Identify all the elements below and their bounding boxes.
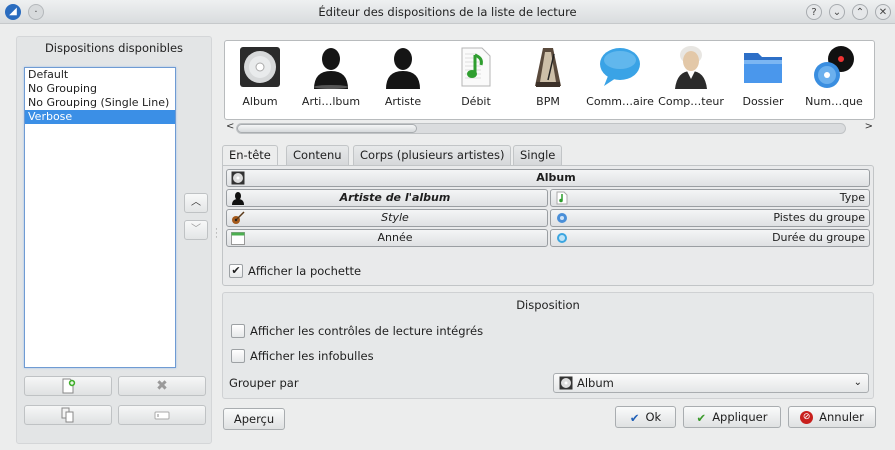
- copy-document-icon: [61, 407, 74, 423]
- rename-field-icon: [154, 411, 170, 420]
- show-cover-label: Afficher la pochette: [248, 263, 362, 278]
- move-up-button[interactable]: ︿: [184, 193, 208, 213]
- available-layouts-panel: Dispositions disponibles Default No Grou…: [16, 36, 212, 444]
- tooltips-checkbox[interactable]: [231, 348, 245, 363]
- tab-content[interactable]: Contenu: [286, 145, 349, 165]
- row-style-token[interactable]: Style: [226, 209, 548, 227]
- chevron-down-icon: ⌄: [853, 377, 862, 388]
- delete-x-icon: ✖: [156, 378, 168, 394]
- audio-file-icon: [556, 191, 568, 205]
- disposition-group: Disposition Afficher les contrôles de le…: [222, 292, 874, 399]
- move-down-button[interactable]: ﹀: [184, 220, 208, 240]
- clock-icon: [557, 233, 567, 243]
- tab-body-multiple-artists[interactable]: Corps (plusieurs artistes): [353, 145, 512, 165]
- cancel-label: Annuler: [819, 410, 864, 424]
- token-artist[interactable]: Artiste: [368, 45, 438, 108]
- close-icon[interactable]: ✕: [875, 4, 891, 20]
- folder-icon: [744, 53, 782, 83]
- rename-layout-button[interactable]: [118, 405, 206, 425]
- new-layout-button[interactable]: [24, 376, 112, 396]
- row-album-token[interactable]: Album: [226, 169, 870, 187]
- layout-item-no-grouping-single-line[interactable]: No Grouping (Single Line): [25, 96, 175, 110]
- splitter-handle[interactable]: · · ·: [215, 226, 219, 243]
- token-album[interactable]: Album: [225, 45, 295, 108]
- copy-layout-button[interactable]: [24, 405, 112, 425]
- speech-bubble-icon: [600, 48, 640, 86]
- album-artist-silhouette-icon: [232, 192, 244, 205]
- check-icon: ✔: [629, 410, 640, 425]
- token-bpm[interactable]: BPM: [513, 45, 583, 108]
- tooltips-label: Afficher les infobulles: [250, 348, 374, 363]
- layout-item-verbose[interactable]: Verbose: [25, 110, 175, 124]
- delete-layout-button[interactable]: ✖: [118, 376, 206, 396]
- row-type-token[interactable]: Type: [550, 189, 870, 207]
- new-document-icon: [62, 378, 76, 394]
- audio-file-icon: [461, 47, 491, 87]
- row-album-artist-token[interactable]: Artiste de l'album: [226, 189, 548, 207]
- apply-check-icon: ✔: [696, 410, 707, 425]
- ok-button[interactable]: ✔ Ok: [615, 406, 676, 428]
- preview-label: Aperçu: [233, 412, 275, 426]
- token-pool: Album Arti…lbum Artiste Débit BPM Comm…a…: [224, 40, 875, 120]
- apply-label: Appliquer: [712, 410, 768, 424]
- row-group-duration-token[interactable]: Durée du groupe: [550, 229, 870, 247]
- ok-label: Ok: [645, 410, 662, 424]
- title-bar: ◢ · Éditeur des dispositions de la liste…: [0, 0, 895, 24]
- cancel-icon: ⊘: [800, 411, 814, 424]
- window-title: Éditeur des dispositions de la liste de …: [318, 5, 577, 19]
- tooltips-row[interactable]: Afficher les infobulles: [231, 348, 374, 363]
- row-year-token[interactable]: Année: [226, 229, 548, 247]
- layout-item-no-grouping[interactable]: No Grouping: [25, 82, 175, 96]
- token-folder[interactable]: Dossier: [728, 45, 798, 108]
- group-by-select[interactable]: Album ⌄: [553, 373, 869, 393]
- cd-disc-icon: [231, 171, 245, 185]
- token-composer[interactable]: Comp…teur: [656, 45, 726, 108]
- album-artist-silhouette-icon: [314, 48, 348, 89]
- composer-portrait-icon: [675, 46, 707, 89]
- layout-item-default[interactable]: Default: [25, 68, 175, 82]
- scrollbar-thumb[interactable]: [237, 124, 417, 133]
- chevron-right-icon[interactable]: >: [865, 121, 873, 132]
- inline-controls-row[interactable]: Afficher les contrôles de lecture intégr…: [231, 323, 483, 338]
- guitar-icon: [232, 211, 245, 224]
- layout-list[interactable]: Default No Grouping No Grouping (Single …: [24, 67, 176, 368]
- group-by-value: Album: [577, 376, 614, 390]
- cancel-button[interactable]: ⊘ Annuler: [788, 406, 876, 428]
- available-layouts-title: Dispositions disponibles: [44, 41, 184, 55]
- header-tab-panel: Album Artiste de l'album Type Style Pist…: [222, 165, 874, 286]
- disposition-title: Disposition: [516, 298, 580, 312]
- calendar-icon: [231, 231, 245, 245]
- scrollbar-track[interactable]: [236, 123, 846, 134]
- tab-header[interactable]: En-tête: [222, 145, 278, 166]
- token-comment[interactable]: Comm…aire: [585, 45, 655, 108]
- chevron-up-icon: ︿: [191, 197, 201, 208]
- help-icon[interactable]: ?: [806, 4, 822, 20]
- show-cover-row[interactable]: ✔ Afficher la pochette: [229, 263, 361, 278]
- token-pool-scrollbar[interactable]: < >: [224, 121, 875, 135]
- show-cover-checkbox[interactable]: ✔: [229, 263, 243, 278]
- apply-button[interactable]: ✔ Appliquer: [683, 406, 781, 428]
- chevron-left-icon[interactable]: <: [226, 121, 234, 132]
- preview-button[interactable]: Aperçu: [223, 408, 285, 430]
- inline-controls-checkbox[interactable]: [231, 323, 245, 338]
- disc-number-icon: [814, 46, 854, 88]
- chevron-down-icon: ﹀: [191, 224, 201, 235]
- artist-silhouette-icon: [386, 48, 420, 89]
- row-group-tracks-token[interactable]: Pistes du groupe: [550, 209, 870, 227]
- minimize-icon[interactable]: ⌄: [829, 4, 845, 20]
- maximize-icon[interactable]: ⌃: [852, 4, 868, 20]
- cd-disc-icon: [559, 376, 573, 390]
- token-bitrate[interactable]: Débit: [441, 45, 511, 108]
- checkmark-icon: ✔: [231, 263, 241, 277]
- track-count-icon: [557, 213, 567, 223]
- group-by-label: Grouper par: [229, 376, 299, 390]
- token-album-artist[interactable]: Arti…lbum: [296, 45, 366, 108]
- cd-disc-icon: [240, 47, 280, 87]
- inline-controls-label: Afficher les contrôles de lecture intégr…: [250, 323, 484, 338]
- token-disc-number[interactable]: Num…que: [799, 45, 869, 108]
- metronome-icon: [535, 48, 561, 87]
- tab-single[interactable]: Single: [513, 145, 563, 165]
